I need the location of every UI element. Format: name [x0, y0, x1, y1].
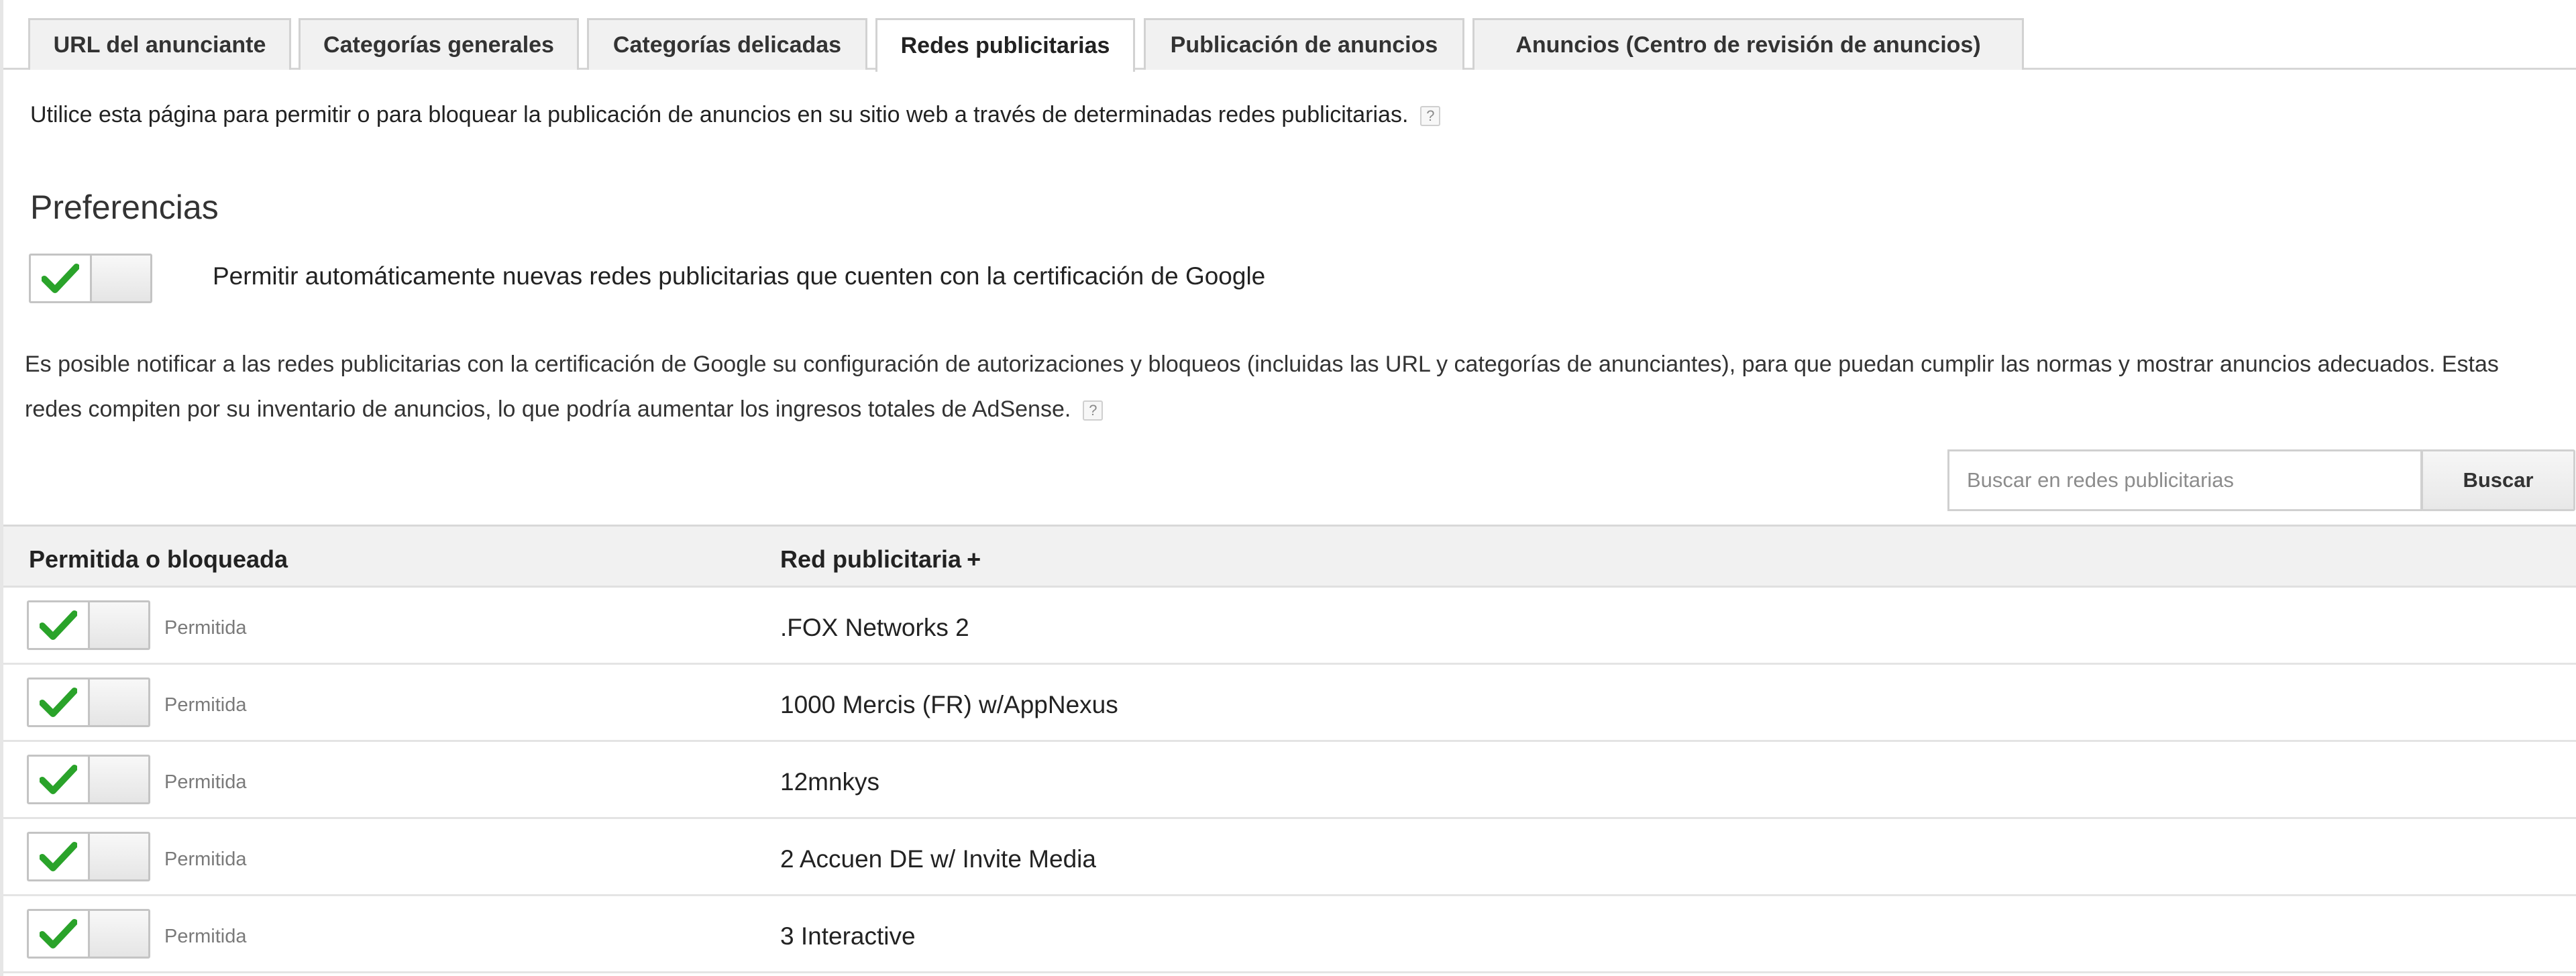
toggle-on-state	[29, 602, 88, 648]
network-name: 12mnkys	[780, 768, 880, 796]
network-name: .FOX Networks 2	[780, 614, 969, 641]
network-name: 2 Accuen DE w/ Invite Media	[780, 845, 1096, 873]
network-toggle[interactable]	[27, 677, 150, 727]
intro-text: Utilice esta página para permitir o para…	[30, 102, 1441, 128]
status-label: Permitida	[164, 694, 247, 716]
toggle-knob	[88, 834, 148, 879]
network-toggle[interactable]	[27, 909, 150, 959]
table-row: Permitida 12mnkys	[3, 742, 2576, 819]
network-toggle[interactable]	[27, 600, 150, 650]
check-icon	[40, 919, 77, 948]
toggle-knob	[88, 757, 148, 802]
check-icon	[40, 688, 77, 717]
toggle-knob	[88, 911, 148, 957]
search-button[interactable]: Buscar	[2421, 449, 2575, 511]
certification-notice: Es posible notificar a las redes publici…	[25, 342, 2554, 432]
auto-allow-toggle[interactable]	[29, 254, 152, 303]
toggle-knob	[88, 602, 148, 648]
toggle-knob	[90, 256, 150, 301]
network-name: 1000 Mercis (FR) w/AppNexus	[780, 691, 1118, 718]
table-row: Permitida 3 Interactive	[3, 896, 2576, 973]
help-icon[interactable]: ?	[1083, 400, 1104, 421]
table-row: Permitida 1000 Mercis (FR) w/AppNexus	[3, 665, 2576, 742]
preferences-title: Preferencias	[30, 188, 219, 226]
toggle-on-state	[31, 256, 90, 301]
tab-ad-review-center[interactable]: Anuncios (Centro de revisión de anuncios…	[1472, 18, 2024, 70]
check-icon	[40, 765, 77, 794]
status-label: Permitida	[164, 849, 247, 870]
toggle-on-state	[29, 757, 88, 802]
tab-ad-serving[interactable]: Publicación de anuncios	[1144, 18, 1464, 70]
table-header: Permitida o bloqueada Red publicitaria +	[3, 525, 2576, 588]
tab-advertiser-url[interactable]: URL del anunciante	[28, 18, 291, 70]
toggle-on-state	[29, 834, 88, 879]
search-input[interactable]	[1947, 449, 2422, 511]
sort-indicator: +	[967, 545, 981, 573]
column-header-network[interactable]: Red publicitaria +	[780, 545, 981, 574]
status-label: Permitida	[164, 617, 247, 639]
table-row: Permitida 2 Accuen DE w/ Invite Media	[3, 819, 2576, 896]
network-name: 3 Interactive	[780, 922, 916, 950]
network-toggle[interactable]	[27, 832, 150, 881]
tab-sensitive-categories[interactable]: Categorías delicadas	[587, 18, 867, 70]
status-label: Permitida	[164, 926, 247, 947]
column-header-network-label: Red publicitaria	[780, 545, 962, 573]
toggle-knob	[88, 680, 148, 725]
certification-notice-text: Es posible notificar a las redes publici…	[25, 351, 2499, 422]
auto-allow-label: Permitir automáticamente nuevas redes pu…	[213, 262, 1266, 290]
tab-general-categories[interactable]: Categorías generales	[299, 18, 579, 70]
network-toggle[interactable]	[27, 755, 150, 804]
adsense-ad-networks-page: URL del anunciante Categorías generales …	[0, 0, 2576, 976]
toggle-on-state	[29, 911, 88, 957]
status-label: Permitida	[164, 771, 247, 793]
check-icon	[42, 264, 79, 293]
toggle-on-state	[29, 680, 88, 725]
intro-text-content: Utilice esta página para permitir o para…	[30, 102, 1409, 127]
tab-ad-networks[interactable]: Redes publicitarias	[875, 18, 1135, 72]
check-icon	[40, 610, 77, 640]
table-row: Permitida .FOX Networks 2	[3, 588, 2576, 665]
check-icon	[40, 842, 77, 871]
help-icon[interactable]: ?	[1420, 106, 1441, 127]
tab-bar: URL del anunciante Categorías generales …	[3, 0, 2576, 72]
column-header-status[interactable]: Permitida o bloqueada	[29, 545, 288, 574]
